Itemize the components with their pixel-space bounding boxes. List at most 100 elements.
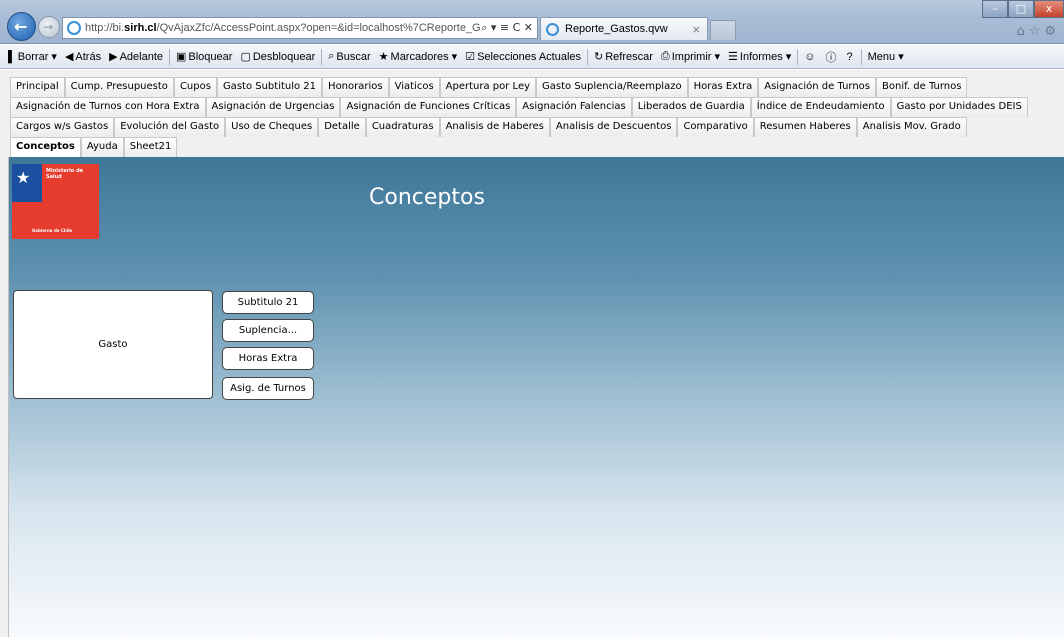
minimize-button[interactable]: – [982, 0, 1008, 18]
toolbar-unlock-button[interactable]: ▢ Desbloquear [236, 50, 319, 64]
browser-back-button[interactable]: ← [7, 12, 36, 41]
logo-ministry-text: Ministerio de Salud [46, 168, 84, 180]
new-tab-button[interactable] [710, 20, 736, 40]
sheet-tab[interactable]: Cupos [173, 77, 217, 97]
sheet-tab[interactable]: Conceptos [10, 137, 81, 157]
toolbar-label: Adelante [119, 50, 163, 63]
print-icon: ⎙ [660, 50, 670, 62]
sheet-tab[interactable]: Asignación de Turnos con Hora Extra [10, 97, 206, 117]
sheet-canvas: ★ Ministerio de Salud Gobierno de Chile … [8, 157, 1064, 637]
toolbar-label: Atrás [75, 50, 102, 63]
asig-de-turnos-button[interactable]: Asig. de Turnos [222, 377, 314, 400]
close-window-button[interactable]: x [1034, 0, 1064, 18]
toolbar-label: Imprimir ▾ [671, 51, 721, 63]
sheet-tab[interactable]: Asignación de Urgencias [205, 97, 341, 117]
sheet-tab[interactable]: Sheet21 [123, 137, 178, 157]
toolbar-label: Marcadores ▾ [390, 51, 458, 63]
toolbar-print-button[interactable]: ⎙ Imprimir ▾ [657, 50, 724, 63]
toolbar-clear-button[interactable]: ▌ Borrar ▾ [4, 50, 61, 64]
sheet-tab[interactable]: Analisis de Haberes [439, 117, 550, 137]
clear-icon: ▌ [8, 50, 16, 63]
address-bar[interactable]: http://bi.sirh.cl/QvAjaxZfc/AccessPoint.… [62, 17, 538, 39]
sheet-tab[interactable]: Bonif. de Turnos [876, 77, 968, 97]
sheet-tab[interactable]: Asignación Falencias [516, 97, 632, 117]
toolbar-refresh-button[interactable]: ↻ Refrescar [590, 50, 657, 64]
sheet-tab[interactable]: Gasto Suplencia/Reemplazo [536, 77, 688, 97]
toolbar-menu-button[interactable]: Menu ▾ [864, 50, 908, 63]
sheet-tab[interactable]: Principal [10, 77, 65, 97]
toolbar-help-button[interactable]: ⓘ [822, 49, 843, 65]
browser-title-bar: ← → http://bi.sirh.cl/QvAjaxZfc/AccessPo… [0, 0, 1064, 44]
address-bar-actions-icon[interactable]: ⌕ ▾ ≡ C ✕ [481, 21, 537, 35]
sheet-tab[interactable]: Cuadraturas [365, 117, 440, 137]
sheet-tab[interactable]: Horas Extra [687, 77, 759, 97]
search-icon: ⌕ [328, 50, 335, 62]
left-gutter [0, 157, 8, 637]
sheet-tab[interactable]: Cump. Presupuesto [64, 77, 174, 97]
subtitulo-21-button[interactable]: Subtitulo 21 [222, 291, 314, 314]
browser-forward-button[interactable]: → [38, 16, 60, 38]
toolbar-label: Bloquear [188, 50, 233, 63]
horas-extra-button[interactable]: Horas Extra [222, 347, 314, 370]
logo-star-icon: ★ [16, 168, 31, 187]
home-favorites-tools-icon[interactable]: ⌂☆⚙ [1016, 24, 1060, 39]
forward-icon: ▶ [109, 51, 118, 63]
reports-icon: ☰ [728, 51, 738, 63]
toolbar-back-button[interactable]: ◀ Atrás [61, 50, 105, 64]
sheet-tab[interactable]: Ayuda [80, 137, 124, 157]
tab-ie-icon [546, 22, 559, 36]
sheet-tab[interactable]: Liberados de Guardia [631, 97, 751, 117]
logo-blue-field: ★ [12, 164, 42, 202]
toolbar-separator [860, 48, 862, 65]
toolbar-label: Informes ▾ [739, 51, 792, 63]
sheet-tab[interactable]: Asignación de Turnos [758, 77, 877, 97]
sheet-tab[interactable]: Honorarios [322, 77, 389, 97]
sheet-tab[interactable]: Detalle [318, 117, 366, 137]
toolbar-selections-button[interactable]: ☑ Selecciones Actuales [461, 50, 585, 64]
tab-close-icon[interactable]: × [692, 23, 707, 36]
help-cursor-icon: ? [846, 50, 853, 63]
address-url[interactable]: http://bi.sirh.cl/QvAjaxZfc/AccessPoint.… [85, 22, 481, 34]
toolbar-label: Buscar [336, 50, 371, 63]
page-title: Conceptos [369, 185, 485, 210]
sheet-tab[interactable]: Gasto Subtitulo 21 [216, 77, 323, 97]
toolbar-reports-button[interactable]: ☰ Informes ▾ [724, 50, 795, 63]
sheet-tab[interactable]: Asignación de Funciones Críticas [340, 97, 517, 117]
unlock-icon: ▢ [240, 51, 251, 63]
toolbar-users-button[interactable]: ☺ [800, 51, 821, 63]
sheet-tab[interactable]: Cargos w/s Gastos [10, 117, 115, 137]
toolbar-separator [797, 48, 799, 65]
sheet-tab[interactable]: Analisis de Descuentos [549, 117, 678, 137]
lock-icon: ▣ [176, 51, 187, 63]
toolbar-lock-button[interactable]: ▣ Bloquear [172, 50, 236, 64]
sheet-tab[interactable]: Índice de Endeudamiento [750, 97, 891, 117]
toolbar-label: Selecciones Actuales [477, 50, 582, 63]
gasto-box[interactable]: Gasto [13, 290, 213, 399]
toolbar-search-button[interactable]: ⌕ Buscar [324, 50, 374, 63]
sheet-tab[interactable]: Uso de Cheques [225, 117, 319, 137]
toolbar-bookmark-button[interactable]: ★ Marcadores ▾ [375, 50, 462, 63]
sheet-tab[interactable]: Comparativo [677, 117, 754, 137]
sheet-tab[interactable]: Analisis Mov. Grado [856, 117, 967, 137]
qlikview-toolbar: ▌ Borrar ▾ ◀ Atrás ▶ Adelante ▣ Bloquear ▢ Desblo… [0, 45, 1064, 69]
browser-tab[interactable]: Reporte_Gastos.qvw × [540, 17, 708, 40]
maximize-button[interactable]: □ [1008, 0, 1034, 18]
sheet-tab[interactable]: Viaticos [388, 77, 440, 97]
sheet-tab-row-1: Principal Cump. Presupuesto Cupos Gasto Sub… [0, 77, 1064, 97]
suplencia-button[interactable]: Suplencia... [222, 319, 314, 342]
forward-arrow-icon: → [43, 20, 54, 34]
toolbar-forward-button[interactable]: ▶ Adelante [105, 50, 167, 64]
selections-icon: ☑ [465, 51, 476, 63]
gasto-label: Gasto [98, 339, 128, 350]
users-icon: ☺ [804, 50, 816, 63]
sheet-tab[interactable]: Resumen Haberes [753, 117, 857, 137]
toolbar-separator [587, 48, 589, 65]
sheet-tab[interactable]: Apertura por Ley [439, 77, 537, 97]
back-icon: ◀ [64, 51, 74, 63]
sheet-tab[interactable]: Gasto por Unidades DEIS [890, 97, 1028, 117]
back-arrow-icon: ← [14, 17, 28, 36]
toolbar-help-cursor-button[interactable]: ? [843, 51, 859, 63]
ie-icon [67, 21, 81, 35]
sheet-tab[interactable]: Evolución del Gasto [114, 117, 226, 137]
bookmark-icon: ★ [378, 51, 389, 63]
